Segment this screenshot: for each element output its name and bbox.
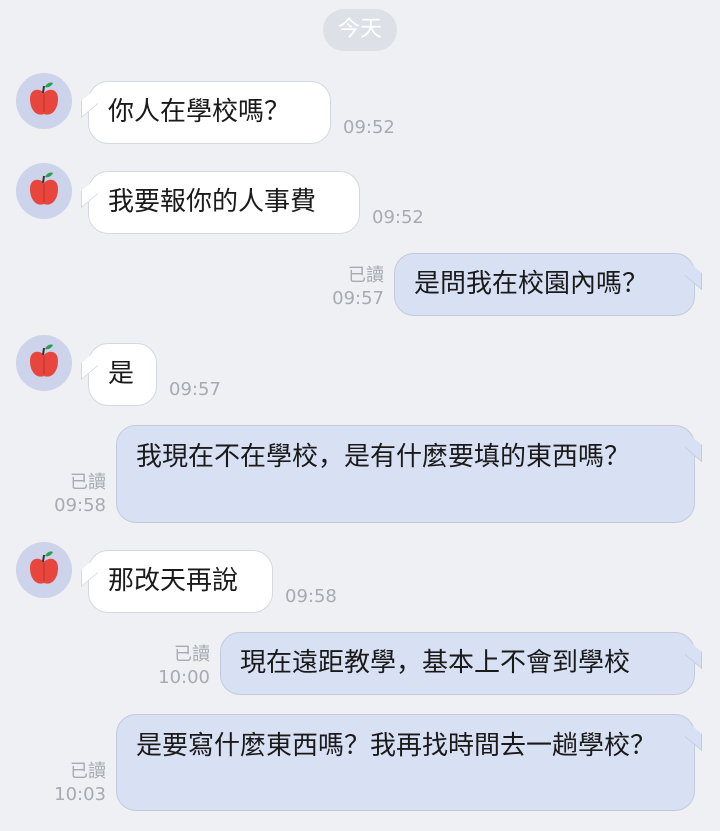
contact-avatar[interactable] xyxy=(16,163,72,219)
read-receipt: 已讀 xyxy=(70,472,106,493)
message-meta: 已讀 10:00 xyxy=(150,643,210,689)
message-meta: 已讀 09:58 xyxy=(46,471,106,517)
outgoing-message-bubble[interactable]: 我現在不在學校，是有什麼要填的東西嗎？ xyxy=(116,425,695,523)
message-time: 09:52 xyxy=(343,117,395,138)
apple-icon xyxy=(30,82,58,115)
message-time: 09:58 xyxy=(285,586,337,607)
message-time: 09:52 xyxy=(372,207,424,228)
read-receipt: 已讀 xyxy=(174,644,210,665)
message-time: 09:57 xyxy=(332,288,384,309)
message-time: 09:58 xyxy=(54,495,106,516)
contact-avatar[interactable] xyxy=(16,542,72,598)
message-meta: 已讀 09:57 xyxy=(324,264,384,310)
incoming-message-bubble[interactable]: 是 xyxy=(88,343,157,406)
message-time: 10:00 xyxy=(158,667,210,688)
apple-icon xyxy=(30,344,58,377)
read-receipt: 已讀 xyxy=(70,761,106,782)
contact-avatar[interactable] xyxy=(16,73,72,129)
incoming-message-bubble[interactable]: 那改天再說 xyxy=(88,550,273,613)
contact-avatar[interactable] xyxy=(16,335,72,391)
message-time: 10:03 xyxy=(54,784,106,805)
date-separator: 今天 xyxy=(323,9,397,51)
outgoing-message-bubble[interactable]: 是問我在校園內嗎？ xyxy=(394,253,695,316)
apple-icon xyxy=(30,551,58,584)
apple-icon xyxy=(30,172,58,205)
incoming-message-bubble[interactable]: 我要報你的人事費 xyxy=(88,171,360,234)
message-meta: 已讀 10:03 xyxy=(46,760,106,806)
outgoing-message-bubble[interactable]: 是要寫什麼東西嗎？我再找時間去一趟學校？ xyxy=(116,714,695,811)
message-time: 09:57 xyxy=(169,379,221,400)
incoming-message-bubble[interactable]: 你人在學校嗎？ xyxy=(88,81,331,144)
read-receipt: 已讀 xyxy=(348,265,384,286)
outgoing-message-bubble[interactable]: 現在遠距教學，基本上不會到學校 xyxy=(220,632,695,695)
